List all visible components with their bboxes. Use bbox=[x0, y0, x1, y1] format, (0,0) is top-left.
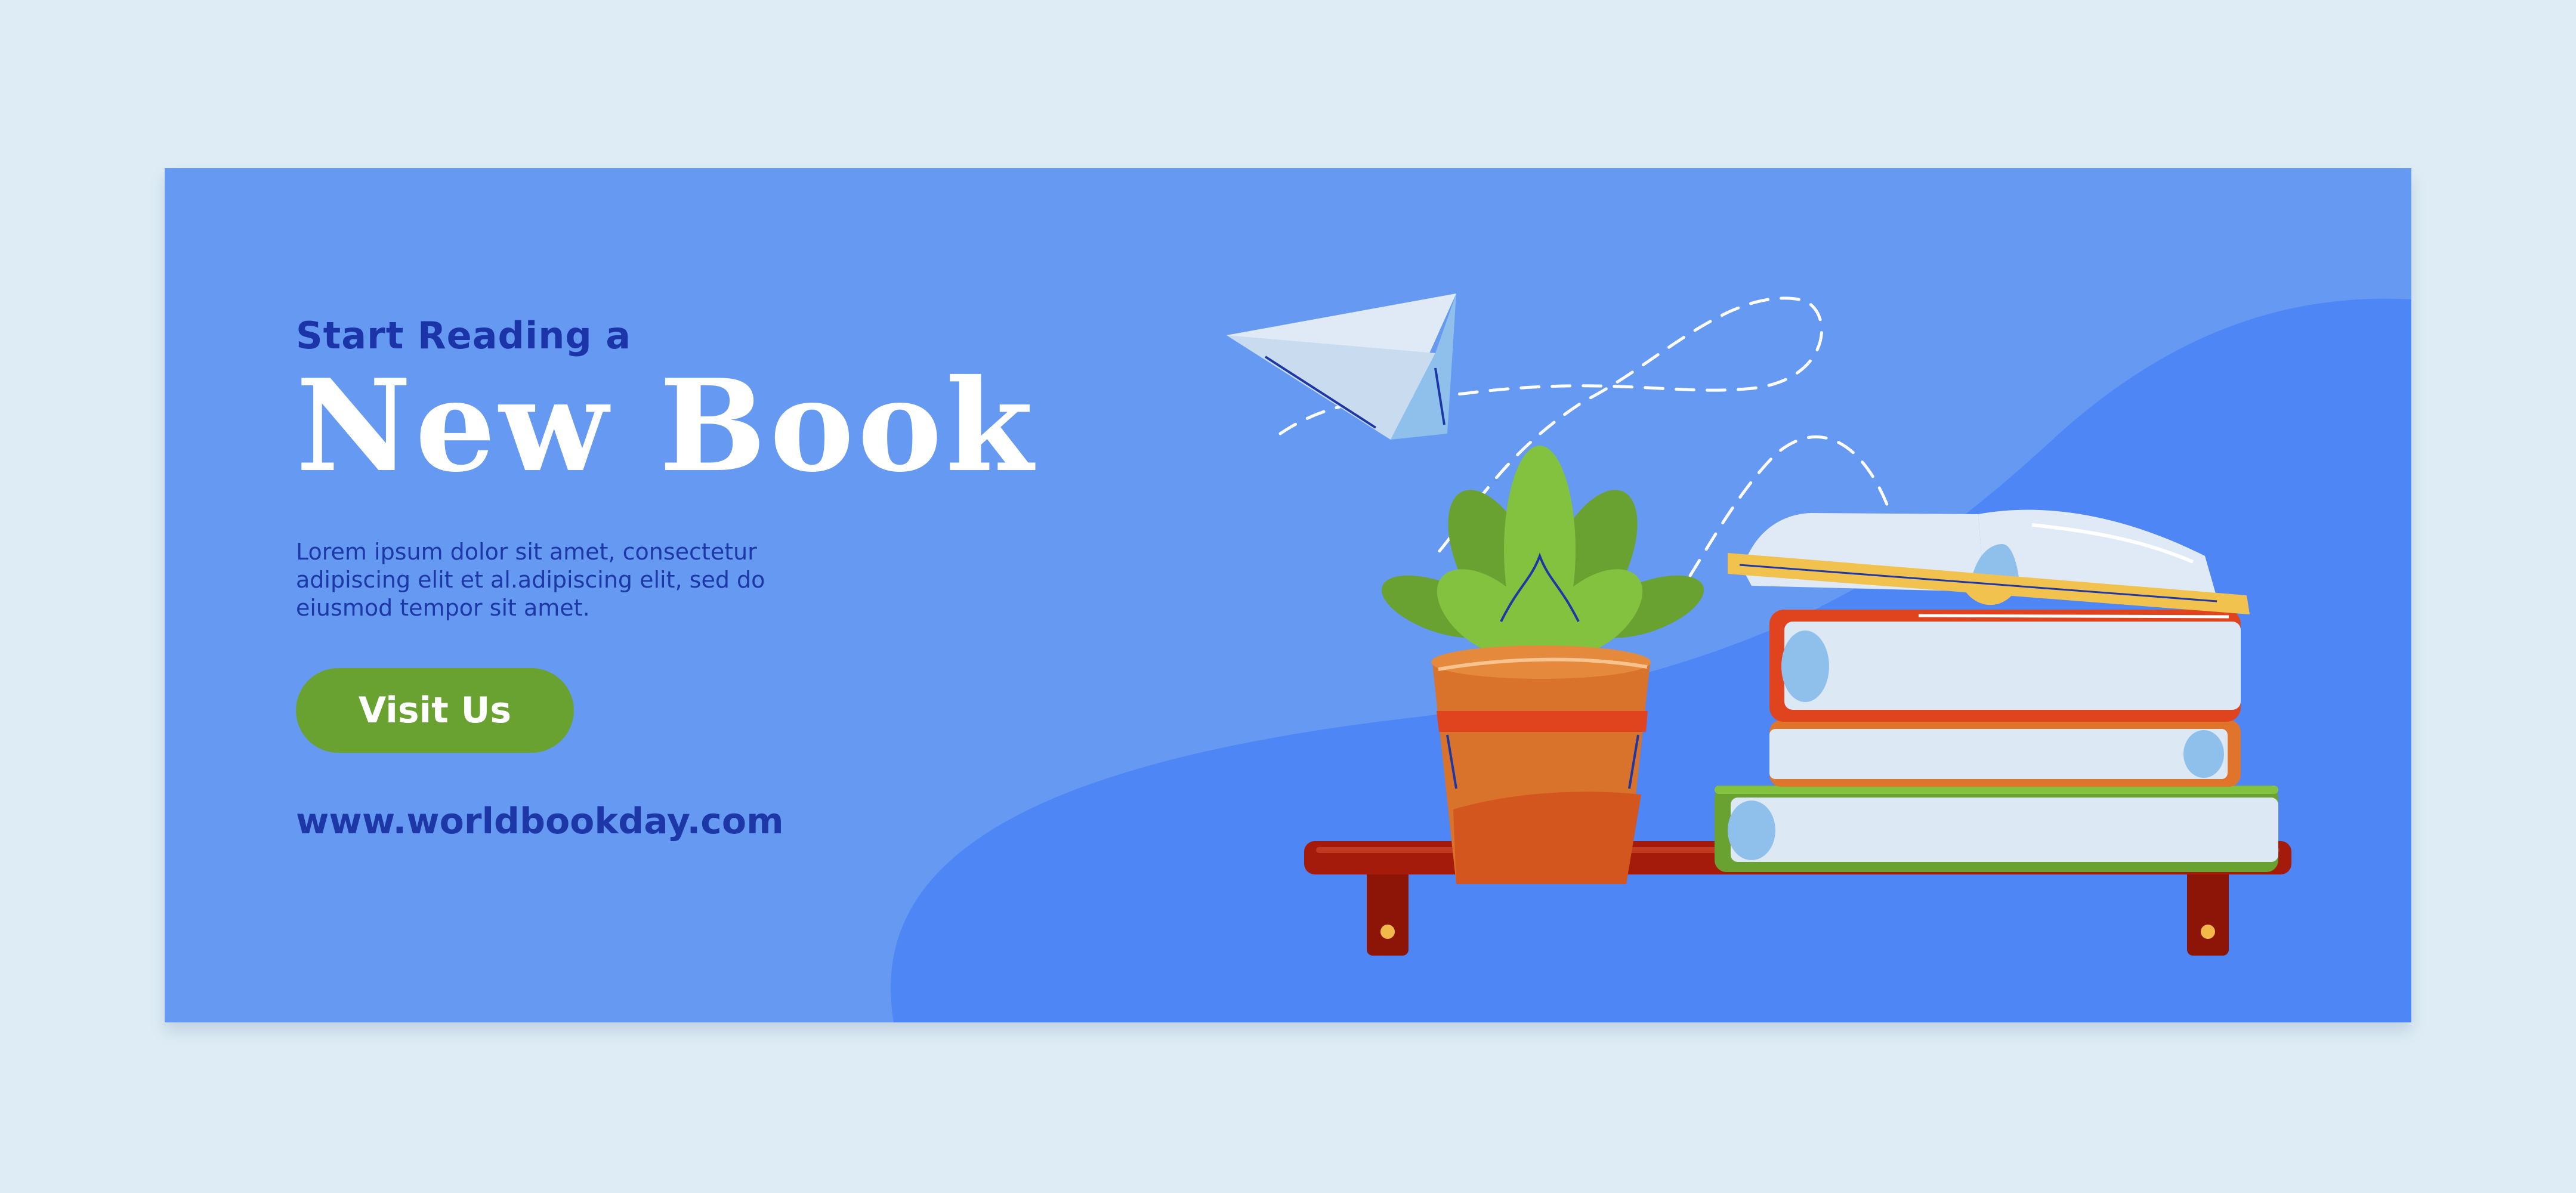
book-stack-icon bbox=[1715, 610, 2278, 872]
paper-plane-icon bbox=[1227, 293, 1456, 440]
visit-us-button[interactable]: Visit Us bbox=[296, 668, 574, 753]
page-title: New Book bbox=[296, 351, 1037, 500]
subtitle: Start Reading a bbox=[296, 314, 632, 357]
hero-banner: Start Reading a New Book Lorem ipsum dol… bbox=[165, 168, 2411, 1022]
website-link[interactable]: www.worldbookday.com bbox=[296, 801, 784, 842]
body-text: Lorem ipsum dolor sit amet, consectetur … bbox=[296, 539, 765, 621]
headline-block: Start Reading a New Book Lorem ipsum dol… bbox=[296, 317, 1191, 622]
